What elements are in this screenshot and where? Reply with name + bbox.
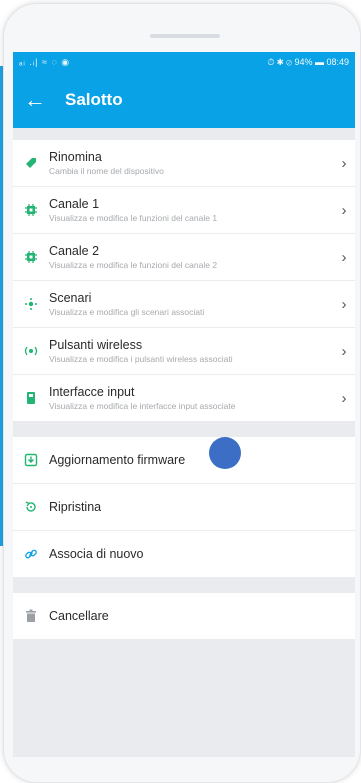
status-bar: ₐᵢ .ᵢ| ≈ ◌ ◉ ⏱ ✱ ⊘ 94% ▬ 08:49 xyxy=(13,52,355,72)
action-label: Cancellare xyxy=(49,609,109,623)
tag-icon xyxy=(13,156,49,170)
settings-item-desc: Visualizza e modifica le interfacce inpu… xyxy=(49,401,236,411)
settings-item-desc: Visualizza e modifica i pulsanti wireles… xyxy=(49,354,233,364)
chevron-right-icon: › xyxy=(341,154,347,172)
settings-list: Rinomina Cambia il nome del dispositivo … xyxy=(13,140,355,421)
page-title: Salotto xyxy=(65,90,123,109)
chevron-right-icon: › xyxy=(341,389,347,407)
settings-item-desc: Cambia il nome del dispositivo xyxy=(49,166,164,176)
status-left: ₐᵢ .ᵢ| ≈ ◌ ◉ xyxy=(19,56,71,67)
settings-item-label: Scenari xyxy=(49,291,92,305)
settings-item-desc: Visualizza e modifica le funzioni del ca… xyxy=(49,213,218,223)
settings-item-label: Canale 1 xyxy=(49,197,100,211)
trash-icon xyxy=(13,609,49,623)
settings-item-pulsanti-wireless[interactable]: Pulsanti wireless Visualizza e modifica … xyxy=(13,328,355,375)
settings-item-label: Pulsanti wireless xyxy=(49,338,143,352)
restore-icon xyxy=(13,500,49,514)
scene-icon xyxy=(13,297,49,311)
status-right: ⏱ ✱ ⊘ 94% ▬ 08:49 xyxy=(267,56,349,67)
chevron-right-icon: › xyxy=(341,201,347,219)
chip-icon xyxy=(13,250,49,264)
danger-list: Cancellare xyxy=(13,593,355,639)
touch-indicator xyxy=(209,437,241,469)
settings-item-scenari[interactable]: Scenari Visualizza e modifica gli scenar… xyxy=(13,281,355,328)
action-label: Aggiornamento firmware xyxy=(49,453,186,467)
wireless-icon xyxy=(13,345,49,357)
actions-list: Aggiornamento firmware Ripristina Associ… xyxy=(13,437,355,577)
chevron-right-icon: › xyxy=(341,248,347,266)
input-icon xyxy=(13,391,49,405)
action-associa-di-nuovo[interactable]: Associa di nuovo xyxy=(13,531,355,577)
settings-item-label: Canale 2 xyxy=(49,244,100,258)
link-icon xyxy=(13,547,49,561)
settings-item-canale-2[interactable]: Canale 2 Visualizza e modifica le funzio… xyxy=(13,234,355,281)
action-label: Associa di nuovo xyxy=(49,547,144,561)
settings-item-label: Interfacce input xyxy=(49,385,135,399)
chevron-right-icon: › xyxy=(341,342,347,360)
app-screen: ₐᵢ .ᵢ| ≈ ◌ ◉ ⏱ ✱ ⊘ 94% ▬ 08:49 ← Salotto… xyxy=(13,52,355,757)
settings-item-label: Rinomina xyxy=(49,150,102,164)
settings-item-desc: Visualizza e modifica gli scenari associ… xyxy=(49,307,205,317)
chevron-right-icon: › xyxy=(341,295,347,313)
action-cancellare[interactable]: Cancellare xyxy=(13,593,355,639)
action-label: Ripristina xyxy=(49,500,102,514)
settings-item-desc: Visualizza e modifica le funzioni del ca… xyxy=(49,260,218,270)
chip-icon xyxy=(13,203,49,217)
settings-item-rinomina[interactable]: Rinomina Cambia il nome del dispositivo … xyxy=(13,140,355,187)
settings-item-canale-1[interactable]: Canale 1 Visualizza e modifica le funzio… xyxy=(13,187,355,234)
app-bar: ← Salotto xyxy=(13,72,355,128)
back-arrow-icon[interactable]: ← xyxy=(13,87,57,113)
action-ripristina[interactable]: Ripristina xyxy=(13,484,355,531)
speaker-grille xyxy=(150,34,220,38)
download-icon xyxy=(13,453,49,467)
settings-item-interfacce-input[interactable]: Interfacce input Visualizza e modifica l… xyxy=(13,375,355,421)
action-aggiornamento-firmware[interactable]: Aggiornamento firmware xyxy=(13,437,355,484)
